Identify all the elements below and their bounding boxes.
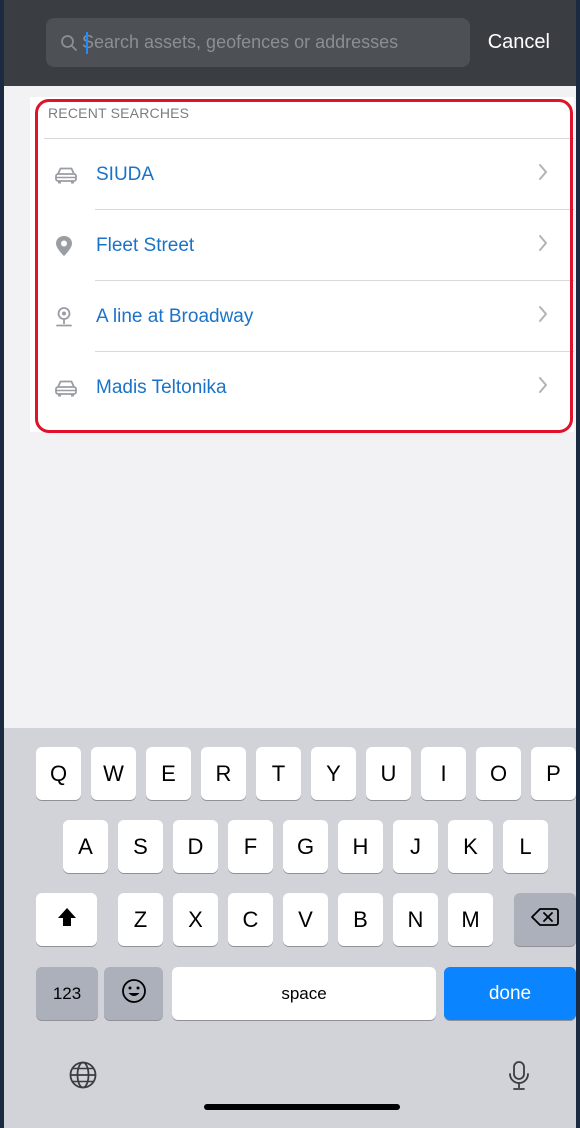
key-i[interactable]: I [421, 747, 466, 800]
recent-search-label: SIUDA [96, 163, 155, 185]
geofence-pin-icon [54, 306, 88, 328]
recent-search-label: A line at Broadway [96, 305, 254, 327]
key-r[interactable]: R [201, 747, 246, 800]
key-d[interactable]: D [173, 820, 218, 873]
key-m[interactable]: M [448, 893, 493, 946]
key-h[interactable]: H [338, 820, 383, 873]
search-input[interactable] [82, 27, 462, 58]
key-j[interactable]: J [393, 820, 438, 873]
key-o[interactable]: O [476, 747, 521, 800]
key-f[interactable]: F [228, 820, 273, 873]
recent-search-label: Fleet Street [96, 234, 195, 256]
recent-search-item[interactable]: A line at Broadway [44, 281, 574, 352]
search-icon [60, 34, 78, 52]
key-v[interactable]: V [283, 893, 328, 946]
key-y[interactable]: Y [311, 747, 356, 800]
search-field[interactable] [46, 18, 470, 67]
delete-icon [531, 907, 559, 933]
recent-search-item[interactable]: Madis Teltonika [44, 352, 574, 423]
chevron-right-icon [538, 376, 548, 399]
recent-search-item[interactable]: Fleet Street [44, 210, 574, 281]
key-x[interactable]: X [173, 893, 218, 946]
chevron-right-icon [538, 234, 548, 257]
done-key[interactable]: done [444, 967, 576, 1020]
shift-icon [56, 906, 78, 934]
key-q[interactable]: Q [36, 747, 81, 800]
key-c[interactable]: C [228, 893, 273, 946]
key-a[interactable]: A [63, 820, 108, 873]
numbers-key[interactable]: 123 [36, 967, 98, 1020]
chevron-right-icon [538, 305, 548, 328]
space-key[interactable]: space [172, 967, 436, 1020]
recent-searches-header: RECENT SEARCHES [48, 105, 190, 121]
text-cursor [86, 32, 88, 54]
search-bar: Cancel [4, 0, 576, 86]
home-indicator [204, 1104, 400, 1110]
key-k[interactable]: K [448, 820, 493, 873]
screen: Cancel RECENT SEARCHES SIUDA Fleet [0, 0, 580, 1128]
recent-search-item[interactable]: SIUDA [44, 139, 574, 210]
location-pin-icon [54, 235, 88, 257]
shift-key[interactable] [36, 893, 97, 946]
microphone-icon[interactable] [507, 1060, 531, 1097]
key-z[interactable]: Z [118, 893, 163, 946]
key-n[interactable]: N [393, 893, 438, 946]
key-p[interactable]: P [531, 747, 576, 800]
car-icon [54, 378, 88, 398]
globe-icon[interactable] [68, 1060, 98, 1095]
key-g[interactable]: G [283, 820, 328, 873]
key-u[interactable]: U [366, 747, 411, 800]
backspace-key[interactable] [514, 893, 576, 946]
key-b[interactable]: B [338, 893, 383, 946]
emoji-key[interactable] [104, 967, 163, 1020]
key-e[interactable]: E [146, 747, 191, 800]
recent-search-label: Madis Teltonika [96, 376, 227, 398]
key-w[interactable]: W [91, 747, 136, 800]
emoji-icon [121, 978, 147, 1010]
key-l[interactable]: L [503, 820, 548, 873]
car-icon [54, 165, 88, 185]
cancel-button[interactable]: Cancel [488, 31, 550, 54]
chevron-right-icon [538, 163, 548, 186]
key-t[interactable]: T [256, 747, 301, 800]
key-s[interactable]: S [118, 820, 163, 873]
